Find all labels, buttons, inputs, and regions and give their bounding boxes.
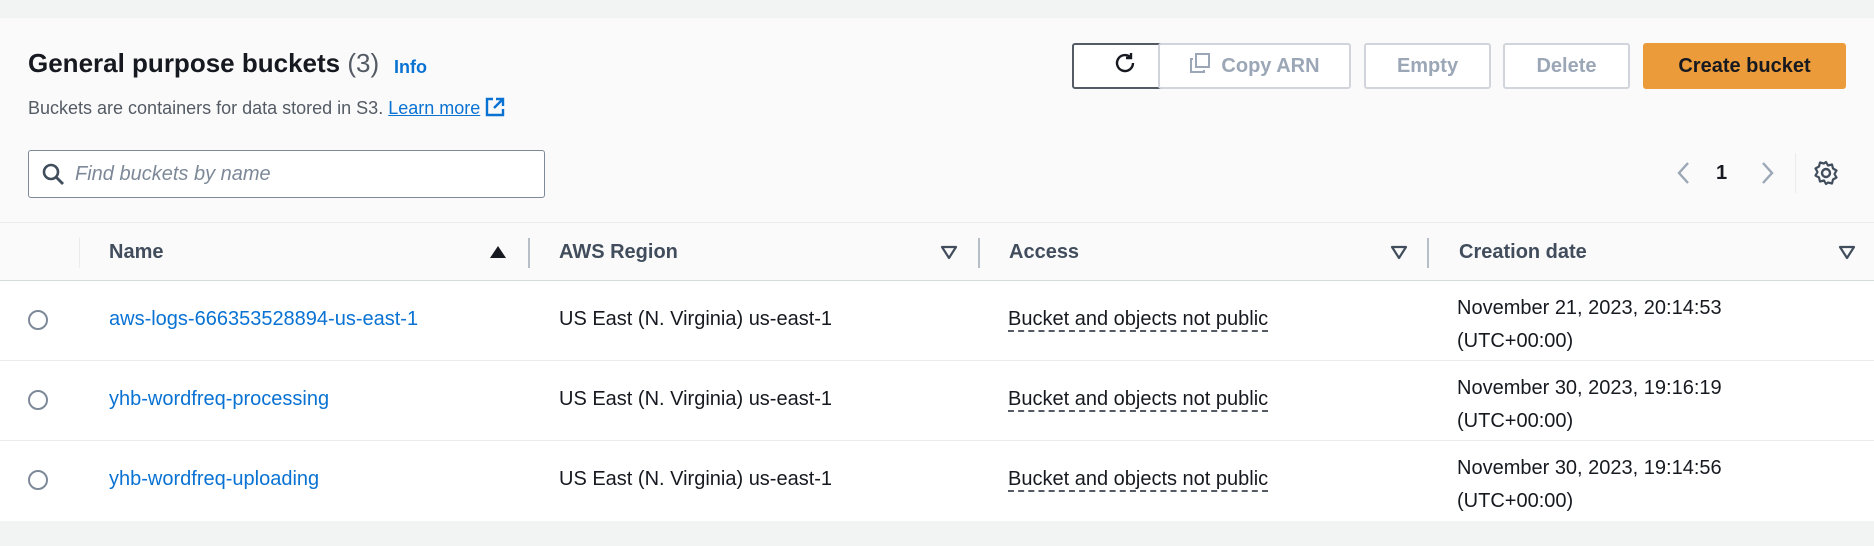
column-divider[interactable] (978, 238, 980, 268)
bucket-access[interactable]: Bucket and objects not public (1008, 388, 1269, 412)
bucket-region: US East (N. Virginia) us-east-1 (559, 308, 833, 330)
row-select-radio[interactable] (28, 470, 48, 490)
column-header-creation-date[interactable]: Creation date (1459, 223, 1587, 281)
copy-arn-button[interactable]: Copy ARN (1158, 43, 1351, 89)
row-select-radio[interactable] (28, 390, 48, 410)
caret-up-icon[interactable] (489, 244, 507, 265)
column-divider[interactable] (1427, 238, 1429, 268)
create-bucket-button[interactable]: Create bucket (1643, 43, 1846, 89)
bucket-name-link[interactable]: yhb-wordfreq-processing (109, 388, 329, 411)
column-header-region[interactable]: AWS Region (559, 223, 678, 281)
table-row[interactable]: yhb-wordfreq-processing US East (N. Virg… (0, 361, 1874, 441)
search-icon (41, 162, 65, 186)
delete-button[interactable]: Delete (1503, 43, 1630, 89)
panel-header: General purpose buckets (3) Info Buckets… (0, 18, 1874, 223)
column-header-access[interactable]: Access (1009, 223, 1079, 281)
bucket-creation-date: November 30, 2023, 19:14:56 (UTC+00:00) (1457, 452, 1837, 518)
copy-arn-label: Copy ARN (1221, 54, 1320, 77)
bucket-name-link[interactable]: yhb-wordfreq-uploading (109, 468, 319, 491)
panel-description: Buckets are containers for data stored i… (28, 96, 506, 123)
creation-timezone-line: (UTC+00:00) (1457, 410, 1574, 432)
page-title: General purpose buckets (3) (28, 48, 379, 79)
caret-down-outline-icon[interactable] (1390, 244, 1408, 265)
info-link[interactable]: Info (394, 57, 427, 78)
creation-timezone-line: (UTC+00:00) (1457, 490, 1574, 512)
description-text: Buckets are containers for data stored i… (28, 98, 384, 118)
title-text: General purpose buckets (28, 48, 341, 78)
current-page-number[interactable]: 1 (1716, 162, 1727, 185)
creation-timezone-line: (UTC+00:00) (1457, 330, 1574, 352)
bucket-count: (3) (347, 48, 380, 78)
buckets-panel: General purpose buckets (3) Info Buckets… (0, 18, 1874, 521)
selection-column-divider (79, 238, 80, 268)
learn-more-link[interactable]: Learn more (388, 98, 480, 118)
chevron-left-icon[interactable] (1673, 160, 1695, 191)
bucket-access[interactable]: Bucket and objects not public (1008, 468, 1269, 492)
external-link-icon[interactable] (484, 96, 506, 123)
column-divider[interactable] (528, 238, 530, 268)
creation-date-line: November 30, 2023, 19:16:19 (1457, 377, 1722, 399)
column-header-name[interactable]: Name (109, 223, 163, 281)
creation-date-line: November 21, 2023, 20:14:53 (1457, 297, 1722, 319)
learn-more-label: Learn more (388, 98, 481, 118)
bucket-region: US East (N. Virginia) us-east-1 (559, 468, 833, 490)
creation-date-line: November 30, 2023, 19:14:56 (1457, 457, 1722, 479)
empty-button[interactable]: Empty (1364, 43, 1491, 89)
table-header: Name AWS Region Access Creation date (0, 223, 1874, 281)
search-input[interactable] (75, 162, 515, 186)
table-row[interactable]: yhb-wordfreq-uploading US East (N. Virgi… (0, 441, 1874, 521)
chevron-right-icon[interactable] (1756, 160, 1778, 191)
bucket-creation-date: November 21, 2023, 20:14:53 (UTC+00:00) (1457, 292, 1837, 358)
pagination-divider (1795, 153, 1796, 193)
bucket-name-link[interactable]: aws-logs-666353528894-us-east-1 (109, 308, 418, 331)
row-select-radio[interactable] (28, 310, 48, 330)
copy-icon (1189, 52, 1221, 80)
bucket-creation-date: November 30, 2023, 19:16:19 (UTC+00:00) (1457, 372, 1837, 438)
table-row[interactable]: aws-logs-666353528894-us-east-1 US East … (0, 281, 1874, 361)
search-box (28, 150, 545, 198)
bucket-access[interactable]: Bucket and objects not public (1008, 308, 1269, 332)
caret-down-outline-icon[interactable] (940, 244, 958, 265)
caret-down-outline-icon[interactable] (1838, 244, 1856, 265)
refresh-icon (1113, 51, 1137, 81)
gear-icon[interactable] (1813, 160, 1839, 191)
bucket-region: US East (N. Virginia) us-east-1 (559, 388, 833, 410)
